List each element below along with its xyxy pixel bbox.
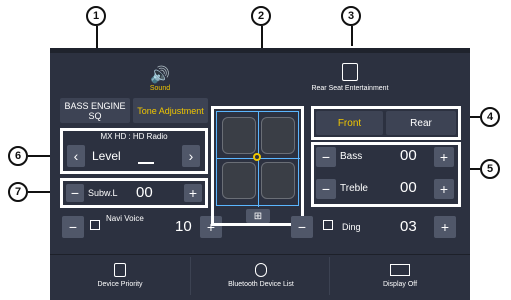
callout-7: 7 [8, 182, 28, 202]
treble-value: 00 [400, 179, 417, 196]
subw-label: Subw.L [88, 188, 118, 198]
balance-fader-area[interactable] [216, 111, 300, 207]
treble-label: Treble [340, 183, 368, 194]
ding-plus-button[interactable]: + [434, 216, 456, 238]
rear-seat-icon [342, 63, 358, 81]
subw-plus-button[interactable]: + [184, 184, 202, 202]
device-priority-button[interactable]: Device Priority [50, 257, 190, 295]
bottom-divider [50, 254, 470, 255]
bass-plus-button[interactable]: + [434, 147, 454, 167]
seat-rear-right [261, 162, 295, 199]
front-label: Front [337, 117, 362, 129]
callout-line-3 [351, 26, 353, 46]
head-unit-screen: 🔊 Sound Rear Seat Entertainment BASS ENG… [50, 48, 470, 300]
callout-2: 2 [251, 6, 271, 26]
device-priority-label: Device Priority [97, 281, 143, 288]
treble-minus-button[interactable]: − [316, 179, 336, 199]
tone-adjustment-button[interactable]: Tone Adjustment [133, 98, 208, 123]
tab-rear-seat-entertainment[interactable]: Rear Seat Entertainment [290, 53, 410, 105]
ding-minus-button[interactable]: − [291, 216, 313, 238]
ding-label: Ding [342, 222, 361, 232]
display-off-label: Display Off [382, 281, 418, 288]
seat-front-left [222, 117, 256, 154]
front-button[interactable]: Front [316, 111, 383, 135]
ding-icon [323, 220, 333, 230]
callout-1: 1 [86, 6, 106, 26]
balance-center-button[interactable]: ⊞ [246, 209, 270, 223]
level-label: Level [92, 149, 121, 163]
callout-3: 3 [341, 6, 361, 26]
bluetooth-device-list-label: Bluetooth Device List [228, 281, 294, 288]
level-bars-icon [138, 154, 154, 164]
balance-point-icon [253, 153, 261, 161]
bass-label: Bass [340, 151, 363, 162]
bluetooth-icon [255, 263, 267, 277]
ding-value: 03 [400, 218, 417, 235]
bluetooth-device-list-button[interactable]: Bluetooth Device List [190, 257, 330, 295]
bass-minus-button[interactable]: − [316, 147, 336, 167]
bluetooth-phone-icon [114, 263, 126, 277]
subw-minus-button[interactable]: − [66, 184, 84, 202]
tab-sound-label: Sound [149, 85, 171, 92]
bass-engine-label: BASS ENGINE SQ [64, 100, 126, 121]
callout-4: 4 [480, 107, 500, 127]
display-off-button[interactable]: Display Off [330, 257, 470, 295]
level-next-button[interactable]: › [182, 145, 200, 167]
seat-rear-left [222, 162, 256, 199]
navi-voice-label: Navi Voice [106, 214, 144, 223]
source-name: MX HD : HD Radio [100, 132, 168, 141]
speaker-icon: 🔊 [150, 67, 170, 84]
bass-value: 00 [400, 147, 417, 164]
callout-6: 6 [8, 146, 28, 166]
rear-label: Rear [410, 117, 432, 129]
monitor-icon [390, 264, 410, 276]
tab-rear-seat-label: Rear Seat Entertainment [311, 85, 389, 92]
treble-plus-button[interactable]: + [434, 179, 454, 199]
bass-engine-sq-button[interactable]: BASS ENGINE SQ [60, 98, 130, 123]
seat-front-right [261, 117, 295, 154]
callout-5: 5 [480, 159, 500, 179]
tone-adjustment-label: Tone Adjustment [137, 105, 204, 116]
navi-minus-button[interactable]: − [62, 216, 84, 238]
subw-value: 00 [136, 184, 153, 201]
navi-voice-value: 10 [175, 218, 192, 235]
navi-voice-icon [90, 220, 100, 230]
level-prev-button[interactable]: ‹ [67, 145, 85, 167]
rear-button[interactable]: Rear [386, 111, 456, 135]
